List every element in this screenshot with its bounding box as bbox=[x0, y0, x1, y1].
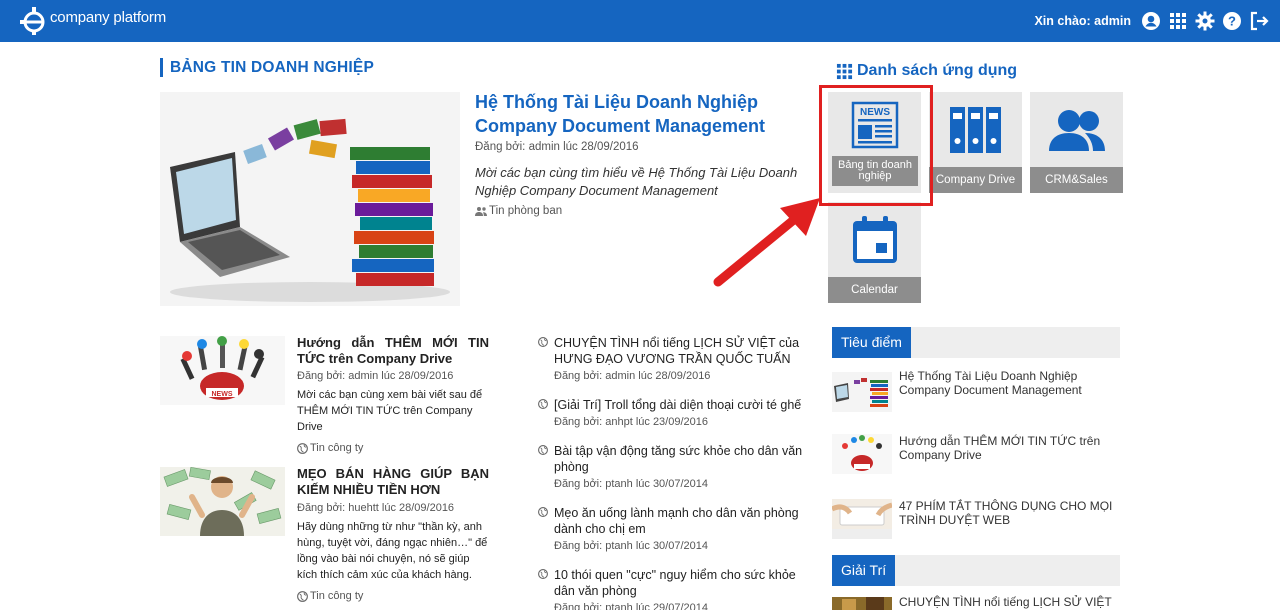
news-meta-1: Đăng bởi: admin lúc 28/09/2016 bbox=[297, 370, 454, 382]
logout-icon[interactable] bbox=[1248, 10, 1270, 32]
mid-news-item[interactable]: [Giải Trí] Troll tổng dài diện thoại cườ… bbox=[538, 397, 818, 428]
highlight-thumb-3[interactable] bbox=[832, 499, 892, 539]
news-desc-1: Mời các bạn cùng xem bài viết sau để THÊ… bbox=[297, 389, 483, 433]
tieu-diem-header: Tiêu điểm bbox=[832, 327, 1120, 358]
app-tile-crm-sales[interactable]: CRM&Sales bbox=[1030, 92, 1123, 193]
mid-news-item[interactable]: 10 thói quen "cực" nguy hiểm cho sức khỏ… bbox=[538, 567, 818, 610]
calendar-icon bbox=[852, 216, 897, 263]
globe-icon bbox=[297, 590, 308, 602]
highlight-thumb-1[interactable] bbox=[832, 372, 892, 412]
highlight-box bbox=[819, 85, 933, 206]
highlight-title-1[interactable]: Hệ Thống Tài Liệu Doanh Nghiệp Company D… bbox=[899, 369, 1119, 397]
mid-news-meta: Đăng bởi: admin lúc 28/09/2016 bbox=[554, 370, 711, 382]
users-icon bbox=[1048, 110, 1105, 151]
apps-grid-icon[interactable] bbox=[1167, 10, 1189, 32]
user-area: Xin chào: admin ? bbox=[1034, 9, 1270, 33]
app-tile-company-drive[interactable]: Company Drive bbox=[929, 92, 1022, 193]
app-tile-company-drive-label: Company Drive bbox=[929, 167, 1022, 193]
user-circle-icon[interactable] bbox=[1140, 10, 1162, 32]
svg-text:NEWS: NEWS bbox=[212, 391, 233, 398]
globe-icon bbox=[538, 507, 548, 517]
company-logo[interactable]: company platform bbox=[20, 5, 166, 37]
globe-icon bbox=[538, 569, 548, 579]
giai-tri-thumb-1[interactable] bbox=[832, 597, 892, 610]
apps-grid-icon bbox=[836, 63, 853, 79]
mid-news-title: [Giải Trí] Troll tổng dài diện thoại cườ… bbox=[554, 398, 802, 412]
mid-news-meta: Đăng bởi: ptanh lúc 30/07/2014 bbox=[554, 540, 708, 552]
apps-title: Danh sách ứng dụng bbox=[836, 62, 1017, 80]
featured-image[interactable] bbox=[160, 92, 460, 306]
mid-news-item[interactable]: Bài tập vận động tăng sức khỏe cho dân v… bbox=[538, 443, 818, 490]
svg-text:?: ? bbox=[1228, 14, 1236, 29]
red-arrow-annotation bbox=[713, 198, 820, 287]
highlight-title-2[interactable]: Hướng dẫn THÊM MỚI TIN TỨC trên Company … bbox=[899, 434, 1119, 462]
news-category-1[interactable]: Tin công ty bbox=[297, 442, 363, 454]
mid-news-meta: Đăng bởi: ptanh lúc 29/07/2014 bbox=[554, 602, 708, 610]
news-title-1[interactable]: Hướng dẫn THÊM MỚI TIN TỨC trên Company … bbox=[297, 335, 489, 367]
logo-text: company platform bbox=[50, 8, 167, 26]
mid-news-title: Mẹo ăn uống lành mạnh cho dân văn phòng … bbox=[554, 506, 799, 536]
binders-icon bbox=[949, 107, 1001, 153]
highlight-title-3[interactable]: 47 PHÍM TẮT THÔNG DỤNG CHO MỌI TRÌNH DUY… bbox=[899, 499, 1119, 527]
featured-meta: Đăng bởi: admin lúc 28/09/2016 bbox=[475, 141, 639, 153]
help-icon[interactable]: ? bbox=[1221, 10, 1243, 32]
mid-news-title: CHUYỆN TÌNH nổi tiếng LỊCH SỬ VIỆT của H… bbox=[554, 336, 800, 366]
globe-icon bbox=[538, 399, 548, 409]
logo-e-icon bbox=[20, 7, 45, 35]
featured-category-label: Tin phòng ban bbox=[489, 205, 563, 217]
highlight-thumb-2[interactable] bbox=[832, 434, 892, 474]
greeting-text: Xin chào: admin bbox=[1034, 14, 1131, 28]
section-title: BẢNG TIN DOANH NGHIỆP bbox=[160, 58, 374, 77]
mid-news-item[interactable]: CHUYỆN TÌNH nổi tiếng LỊCH SỬ VIỆT của H… bbox=[538, 335, 818, 382]
mid-news-meta: Đăng bởi: ptanh lúc 30/07/2014 bbox=[554, 478, 708, 490]
mid-news-title: 10 thói quen "cực" nguy hiểm cho sức khỏ… bbox=[554, 568, 796, 598]
gear-icon[interactable] bbox=[1194, 10, 1216, 32]
mid-news-title: Bài tập vận động tăng sức khỏe cho dân v… bbox=[554, 444, 803, 474]
tieu-diem-title: Tiêu điểm bbox=[832, 327, 911, 358]
globe-icon bbox=[297, 442, 308, 454]
news-thumb-1[interactable]: NEWS bbox=[160, 336, 285, 405]
news-category-1-label: Tin công ty bbox=[310, 442, 364, 454]
news-category-2-label: Tin công ty bbox=[310, 590, 364, 602]
mid-news-item[interactable]: Mẹo ăn uống lành mạnh cho dân văn phòng … bbox=[538, 505, 818, 552]
news-category-2[interactable]: Tin công ty bbox=[297, 590, 363, 602]
giai-tri-header: Giải Trí bbox=[832, 555, 1120, 586]
app-tile-calendar-label: Calendar bbox=[828, 277, 921, 303]
apps-title-label: Danh sách ứng dụng bbox=[857, 62, 1018, 79]
news-thumb-2[interactable] bbox=[160, 467, 285, 536]
news-meta-2: Đăng bởi: huehtt lúc 28/09/2016 bbox=[297, 502, 455, 514]
featured-title[interactable]: Hệ Thống Tài Liệu Doanh Nghiệp Company D… bbox=[475, 90, 815, 138]
giai-tri-title: Giải Trí bbox=[832, 555, 896, 586]
globe-icon bbox=[538, 337, 548, 347]
group-users-icon bbox=[475, 207, 487, 216]
top-navbar: company platform Xin chào: admin ? bbox=[0, 0, 1280, 42]
news-desc-2: Hãy dùng những từ như "thần kỳ, anh hùng… bbox=[297, 521, 488, 581]
featured-category[interactable]: Tin phòng ban bbox=[475, 205, 562, 217]
mid-news-meta: Đăng bởi: anhpt lúc 23/09/2016 bbox=[554, 416, 708, 428]
app-tile-crm-sales-label: CRM&Sales bbox=[1030, 167, 1123, 193]
giai-tri-title-1[interactable]: CHUYỆN TÌNH nổi tiếng LỊCH SỬ VIỆT bbox=[899, 595, 1119, 609]
globe-icon bbox=[538, 445, 548, 455]
app-tile-calendar[interactable]: Calendar bbox=[828, 202, 921, 303]
news-title-2[interactable]: MẸO BÁN HÀNG GIÚP BẠN KIẾM NHIỀU TIỀN HƠ… bbox=[297, 466, 489, 498]
